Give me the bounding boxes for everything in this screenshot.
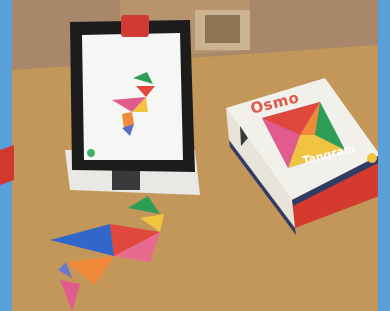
screen-button-icon xyxy=(87,149,95,157)
left-red-object xyxy=(0,145,14,185)
red-reflector xyxy=(121,15,149,37)
photo-scene xyxy=(0,0,390,311)
tablet-screen xyxy=(82,33,183,160)
